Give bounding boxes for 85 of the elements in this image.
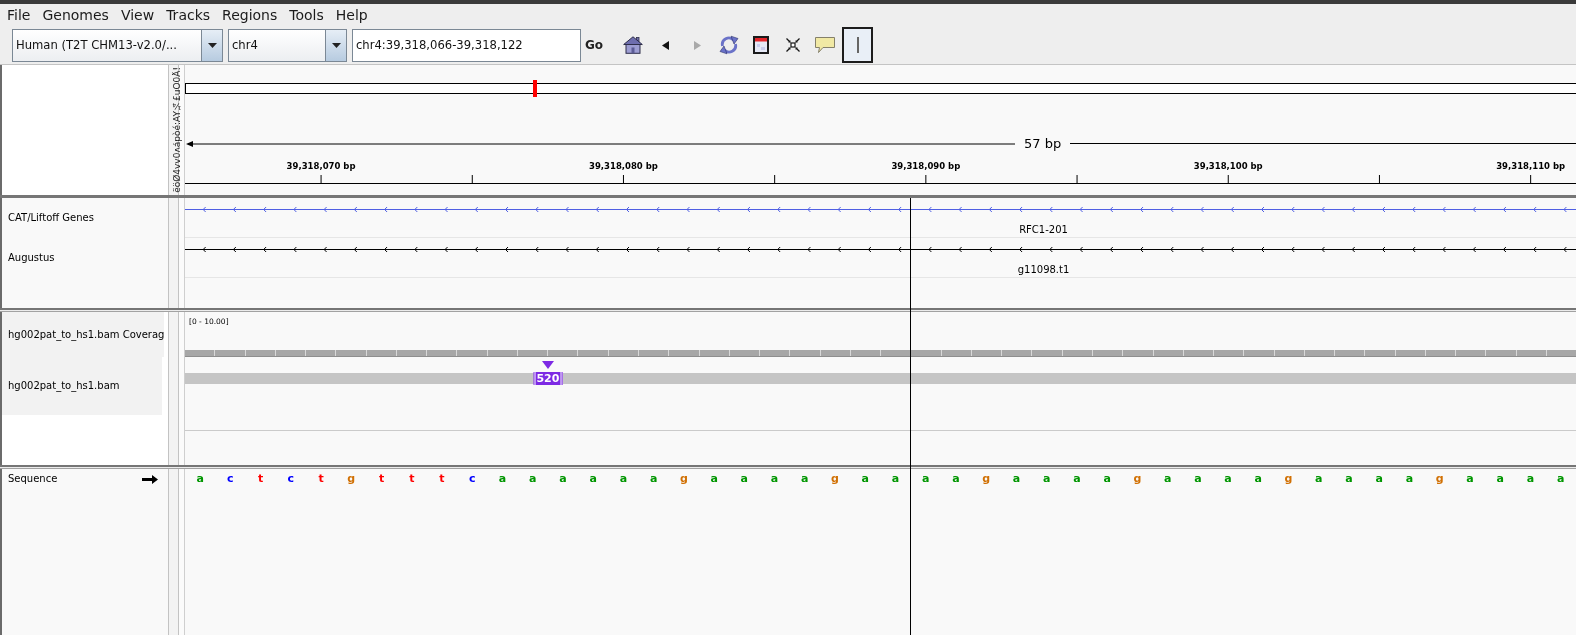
vertical-line-icon [856,37,859,53]
sequence-base: a [1163,472,1172,486]
sequence-base: t [439,472,445,486]
sequence-base: g [1435,472,1444,486]
down-triangle-icon [541,361,554,369]
left-triangle-icon [661,40,669,50]
sequence-base: t [257,472,264,486]
sequence-base: c [468,472,476,486]
menu-item[interactable]: File [7,6,31,24]
ruler-tick-label: 39,318,110 bp [1496,160,1566,172]
sequence-base: a [1496,472,1504,486]
sequence-base: a [1042,472,1051,486]
sequence-base: a [952,472,960,486]
genome-dropdown[interactable]: Human (T2T CHM13-v2.0/... [12,28,223,62]
speech-bubble-icon [815,37,835,53]
house-icon [623,36,643,54]
sequence-base: a [1103,472,1111,486]
sequence-base: a [891,472,900,486]
ruler-tick-label: 39,318,070 bp [286,160,356,172]
sequence-base: a [196,472,204,486]
span-label: 57 bp [1024,136,1062,151]
sequence-base: a [1254,472,1263,486]
track-name: Sequence [8,473,58,485]
sequence-base: g [1284,472,1293,486]
sequence-base: a [770,472,779,486]
attribute-header-label: ëöØ4vv0ʌápòé:AY¼£uO0Ä! [171,67,182,193]
sequence-base: g [831,472,839,486]
track-name: hg002pat_to_hs1.bam Coverag [2,312,165,357]
sequence-base: a [1526,472,1535,486]
menu-item[interactable]: Help [335,6,368,24]
sequence-base: a [498,472,507,486]
sequence-base: g [982,472,991,486]
menu-item[interactable]: Regions [222,6,278,24]
caret-icon [325,29,346,61]
sequence-base: t [318,472,324,486]
inward-arrows-icon [786,38,800,52]
right-arrow-icon[interactable] [142,474,158,484]
current-region-marker [533,80,537,97]
sequence-base: c [287,472,295,486]
sequence-base: a [619,472,628,486]
sequence-base: a [1375,472,1383,486]
sequence-base: t [378,472,385,486]
sequence-base: a [1194,472,1202,486]
sequence-base: g [679,472,688,486]
circular-arrows-icon [719,35,739,55]
rectangle-icon [753,36,769,54]
sequence-base: a [710,472,718,486]
sequence-base: t [409,472,415,486]
sequence-base: a [1556,472,1565,486]
sequence-base: a [1345,472,1353,486]
track-name: Augustus [8,252,55,264]
menu-item[interactable]: View [120,6,155,24]
caret-icon [201,29,222,61]
sequence-base: a [1315,472,1323,486]
sequence-base: a [740,472,749,486]
feature-label: g11098.t1 [1017,264,1070,276]
ruler-tick-label: 39,318,100 bp [1193,160,1263,172]
sequence-base: a [1073,472,1081,486]
sequence-base: a [1466,472,1474,486]
center-line-button[interactable] [842,27,873,63]
sequence-base: a [1224,472,1232,486]
sequence-base: g [1133,472,1142,486]
sequence-base: a [589,472,597,486]
feature-label: RFC1-201 [1019,224,1068,236]
locus-field[interactable]: chr4:39,318,066-39,318,122 [352,28,581,62]
ruler-tick-label: 39,318,080 bp [589,160,658,172]
sequence-base: a [922,472,930,486]
sequence-base: a [528,472,537,486]
sequence-base: a [649,472,658,486]
right-triangle-icon [693,40,701,50]
sequence-base: c [227,472,234,486]
sequence-base: a [861,472,869,486]
chromosome-dropdown[interactable]: chr4 [228,28,347,62]
sequence-base: a [559,472,567,486]
sequence-base: a [1405,472,1414,486]
track-name: hg002pat_to_hs1.bam [2,357,162,415]
menu-item[interactable]: Tracks [166,6,211,24]
ruler-tick-label: 39,318,090 bp [891,160,961,172]
sequence-base: g [347,472,356,486]
menu-item[interactable]: Tools [289,6,324,24]
sequence-base: a [1012,472,1021,486]
sequence-base: a [801,472,809,486]
track-name: CAT/Liftoff Genes [8,212,94,224]
insertion-size-label: 520 [533,372,563,385]
menu-item[interactable]: Genomes [42,6,109,24]
